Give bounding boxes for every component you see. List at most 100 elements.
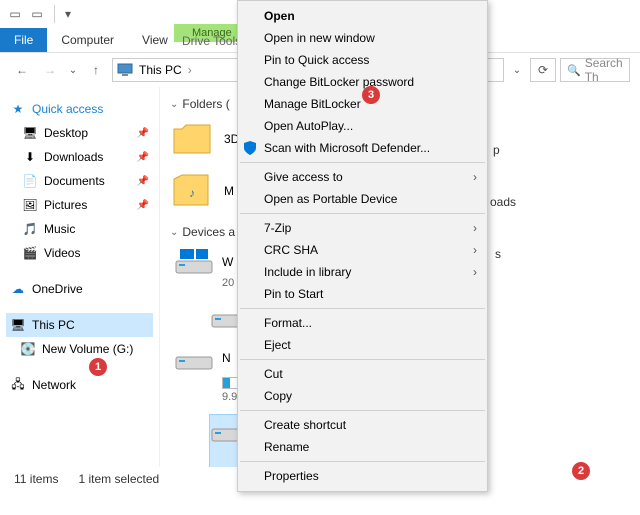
sidebar-quick-access[interactable]: ★ Quick access — [6, 97, 153, 121]
customize-qat-icon[interactable]: ▾ — [59, 5, 77, 23]
sidebar-item-label: Desktop — [44, 126, 88, 140]
context-menu-label: Open as Portable Device — [264, 192, 397, 206]
tab-computer[interactable]: Computer — [47, 28, 128, 52]
context-menu-item[interactable]: Include in library› — [238, 261, 487, 283]
sidebar-label: Network — [32, 378, 76, 392]
sidebar-label: Quick access — [32, 102, 103, 116]
section-title: Folders ( — [182, 97, 229, 111]
drive-icon: 💽 — [20, 341, 36, 357]
folder-properties-icon[interactable]: ▭ — [6, 5, 24, 23]
sidebar-label: New Volume (G:) — [42, 342, 133, 356]
context-menu-label: Eject — [264, 338, 291, 352]
folder-type-icon: ⬇ — [22, 149, 38, 165]
new-folder-icon[interactable]: ▭ — [28, 5, 46, 23]
chevron-right-icon: › — [473, 221, 477, 235]
context-menu-label: Copy — [264, 389, 292, 403]
annotation-badge-3: 3 — [362, 86, 380, 104]
chevron-down-icon: ⌄ — [170, 227, 178, 238]
shield-icon — [242, 140, 258, 156]
sidebar-item-desktop[interactable]: 🖥Desktop📌 — [6, 121, 153, 145]
context-menu-item[interactable]: Properties — [238, 465, 487, 487]
sidebar-this-pc[interactable]: 🖥 This PC — [6, 313, 153, 337]
context-menu-label: Format... — [264, 316, 312, 330]
context-menu-item[interactable]: Open in new window — [238, 27, 487, 49]
context-menu-item[interactable]: Copy — [238, 385, 487, 407]
navigation-pane: ★ Quick access 🖥Desktop📌 ⬇ Downloads 📌 📄 Docu… — [0, 87, 160, 467]
breadcrumb-segment[interactable]: This PC — [139, 63, 182, 77]
folder-icon — [170, 119, 214, 159]
sidebar-item-pictures[interactable]: 🖼Pictures📌 — [6, 193, 153, 217]
sidebar-item-documents[interactable]: 📄Documents📌 — [6, 169, 153, 193]
context-menu-label: Manage BitLocker — [264, 97, 361, 111]
annotation-badge-2: 2 — [572, 462, 590, 480]
sidebar-item-label: Documents — [44, 174, 105, 188]
folder-label: M — [224, 184, 234, 198]
search-input[interactable]: 🔍 Search Th — [560, 58, 630, 82]
sidebar-item-downloads[interactable]: ⬇ Downloads 📌 — [6, 145, 153, 169]
pin-icon: 📌 — [137, 152, 149, 163]
context-menu-separator — [240, 461, 485, 462]
sidebar-network[interactable]: 🖧 Network — [6, 373, 153, 397]
chevron-right-icon: › — [473, 265, 477, 279]
context-menu-item[interactable]: Open as Portable Device — [238, 188, 487, 210]
nav-up-button[interactable]: ↑ — [84, 58, 108, 82]
status-selection-count: 1 item selected — [78, 472, 159, 486]
tab-file[interactable]: File — [0, 28, 47, 52]
context-menu-item[interactable]: Create shortcut — [238, 414, 487, 436]
sidebar-new-volume[interactable]: 💽 New Volume (G:) — [6, 337, 153, 361]
context-menu-item[interactable]: Cut — [238, 363, 487, 385]
context-menu-separator — [240, 213, 485, 214]
chevron-down-icon: ⌄ — [170, 99, 178, 110]
context-menu-label: Open AutoPlay... — [264, 119, 353, 133]
context-menu: Open Open in new window Pin to Quick acces… — [237, 0, 488, 492]
context-menu-label: Scan with Microsoft Defender... — [264, 141, 430, 155]
sidebar-item-label: Videos — [44, 246, 80, 260]
drive-name: N — [222, 351, 231, 365]
context-menu-item[interactable]: Give access to› — [238, 166, 487, 188]
drive-name: W — [222, 255, 233, 269]
context-menu-item[interactable]: Scan with Microsoft Defender... — [238, 137, 487, 159]
network-icon: 🖧 — [10, 377, 26, 393]
drive-icon — [174, 247, 214, 277]
section-title: Devices a — [182, 225, 235, 239]
svg-text:♪: ♪ — [189, 186, 195, 200]
sidebar-onedrive[interactable]: ☁ OneDrive — [6, 277, 153, 301]
context-menu-item[interactable]: CRC SHA› — [238, 239, 487, 261]
context-menu-label: Pin to Quick access — [264, 53, 369, 67]
context-menu-item[interactable]: Pin to Quick access — [238, 49, 487, 71]
nav-forward-button: → — [38, 58, 62, 82]
context-menu-label: Properties — [264, 469, 319, 483]
refresh-button[interactable]: ⟳ — [530, 58, 556, 82]
context-menu-label: Open — [264, 9, 295, 23]
context-menu-item[interactable]: Rename — [238, 436, 487, 458]
context-menu-label: Open in new window — [264, 31, 375, 45]
context-menu-separator — [240, 308, 485, 309]
sidebar-label: This PC — [32, 318, 75, 332]
context-menu-item[interactable]: Pin to Start — [238, 283, 487, 305]
context-menu-item[interactable]: Open — [238, 5, 487, 27]
context-menu-item[interactable]: Open AutoPlay... — [238, 115, 487, 137]
recent-locations-caret[interactable]: ⌄ — [66, 58, 80, 82]
sidebar-item-label: Music — [44, 222, 75, 236]
context-menu-label: Pin to Start — [264, 287, 323, 301]
folder-label-partial: s — [495, 247, 501, 261]
context-menu-label: CRC SHA — [264, 243, 318, 257]
breadcrumb-dropdown-icon[interactable]: ⌄ — [508, 58, 526, 82]
status-item-count: 11 items — [14, 472, 58, 486]
context-menu-item[interactable]: Format... — [238, 312, 487, 334]
nav-back-button[interactable]: ← — [10, 58, 34, 82]
folder-type-icon: 📄 — [22, 173, 38, 189]
context-menu-separator — [240, 410, 485, 411]
annotation-badge-1: 1 — [89, 358, 107, 376]
sidebar-item-videos[interactable]: 🎬Videos — [6, 241, 153, 265]
context-menu-separator — [240, 162, 485, 163]
sidebar-item-label: Downloads — [44, 150, 103, 164]
sidebar-item-music[interactable]: 🎵Music — [6, 217, 153, 241]
context-menu-item[interactable]: 7-Zip› — [238, 217, 487, 239]
folder-label-partial: oads — [490, 195, 516, 209]
folder-type-icon: 🖼 — [22, 197, 38, 213]
drive-icon — [174, 343, 214, 373]
cloud-icon: ☁ — [10, 281, 26, 297]
context-menu-item[interactable]: Eject — [238, 334, 487, 356]
breadcrumb-sep-icon[interactable]: › — [188, 63, 192, 77]
